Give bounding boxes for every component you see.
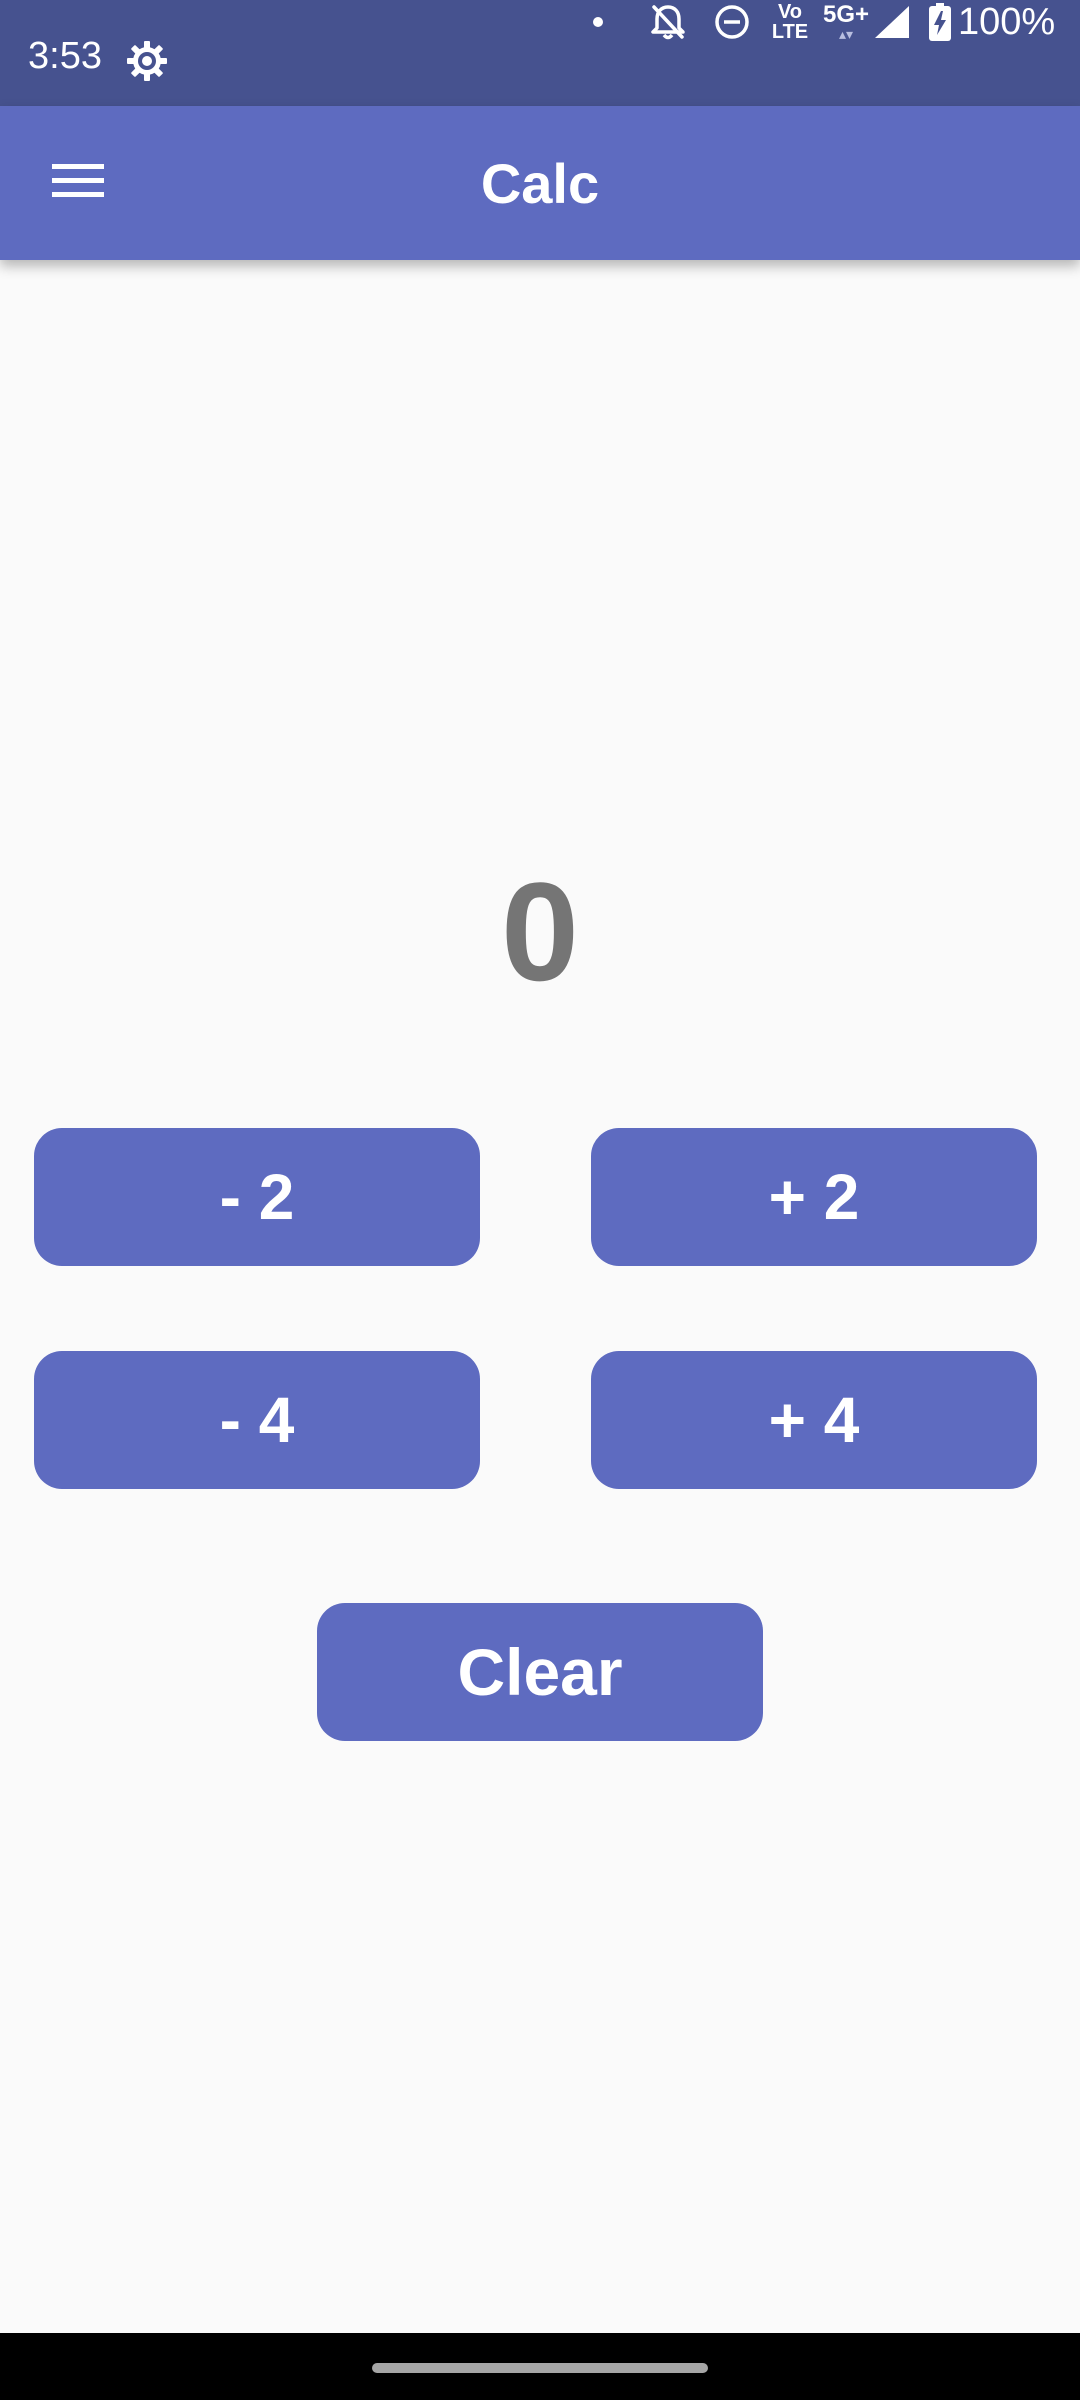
status-bar: 3:53 Vo LTE 5G+ ▴▾ 100% [0, 0, 1080, 106]
5g-plus-icon: 5G+ ▴▾ [822, 1, 870, 42]
cell-signal-icon [870, 0, 914, 44]
minus-4-button[interactable]: - 4 [34, 1351, 480, 1489]
app-title: Calc [480, 152, 600, 215]
volte-top-label: Vo [777, 1, 803, 23]
network-type-label: 5G+ [822, 1, 870, 28]
battery-percentage: 100% [958, 1, 1056, 43]
plus-2-button[interactable]: + 2 [591, 1128, 1037, 1266]
volte-icon: Vo LTE [768, 0, 812, 44]
alarm-off-icon [648, 0, 688, 44]
do-not-disturb-icon [712, 0, 752, 44]
status-time: 3:53 [28, 35, 102, 77]
home-handle-icon[interactable] [372, 2363, 708, 2373]
settings-gear-icon [126, 40, 168, 82]
result-display: 0 [501, 853, 579, 1010]
battery-charging-icon [926, 0, 954, 44]
notification-dot-icon [588, 0, 608, 44]
app-screen: 3:53 Vo LTE 5G+ ▴▾ 100% Calc 0 - 2 + 2 -… [0, 0, 1080, 2400]
minus-2-button[interactable]: - 2 [34, 1128, 480, 1266]
volte-bottom-label: LTE [771, 21, 809, 43]
navigation-bar [0, 2333, 1080, 2400]
app-bar: Calc [0, 106, 1080, 260]
clear-button[interactable]: Clear [317, 1603, 763, 1741]
plus-4-button[interactable]: + 4 [591, 1351, 1037, 1489]
